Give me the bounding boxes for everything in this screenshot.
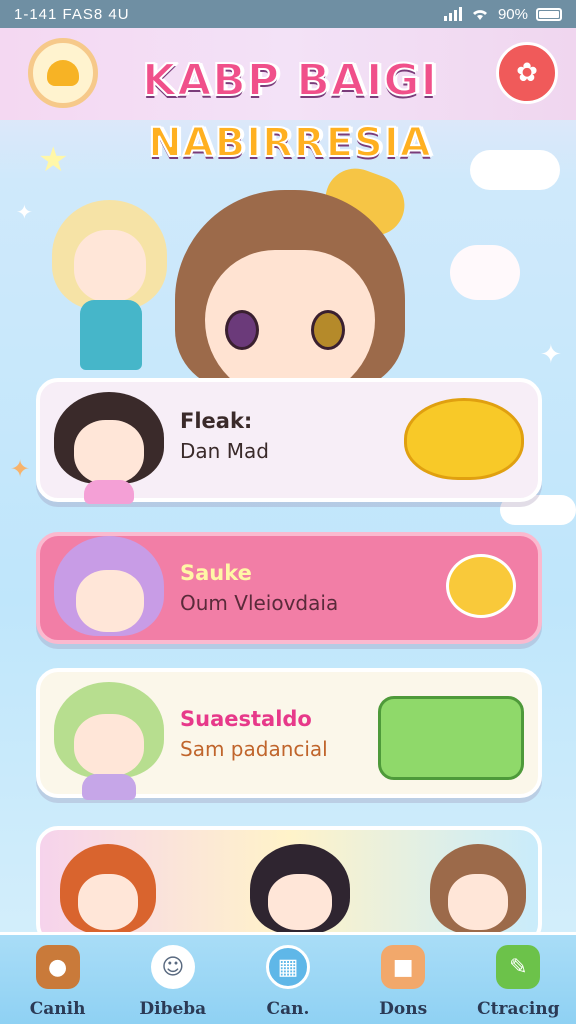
character-card-1[interactable]: Fleak: Dan Mad bbox=[36, 378, 542, 504]
sparkle-icon: ✦ bbox=[16, 200, 33, 224]
card-subtitle: Oum Vleiovdaia bbox=[180, 591, 339, 615]
nav-item-ctracing[interactable]: ✎ Ctracing bbox=[468, 945, 568, 1019]
ghost-icon: ☺ bbox=[150, 945, 195, 989]
card-subtitle: Dan Mad bbox=[180, 439, 269, 463]
title-line-1: KABP BAIGI bbox=[141, 55, 438, 107]
sparkle-icon: ✦ bbox=[540, 340, 562, 370]
card-title: Fleak: bbox=[180, 409, 253, 433]
character-brown-hair bbox=[430, 844, 526, 942]
character-black-hair bbox=[250, 844, 350, 942]
character-blonde bbox=[52, 200, 167, 380]
wifi-icon bbox=[472, 10, 487, 20]
app-header: KABP BAIGI ✿ bbox=[0, 28, 576, 120]
star-icon: ★ bbox=[38, 140, 69, 180]
yellow-blob-icon bbox=[404, 398, 524, 480]
nav-item-dons[interactable]: ■ Dons bbox=[353, 945, 453, 1019]
sun-mascot-icon bbox=[446, 554, 516, 618]
character-avatar bbox=[54, 536, 164, 646]
mascot-icon[interactable]: ✿ bbox=[496, 42, 558, 104]
green-box-icon bbox=[378, 696, 524, 780]
character-orange bbox=[60, 844, 156, 942]
app-title-line-2: NABIRRESIA bbox=[147, 119, 432, 167]
box-icon: ■ bbox=[381, 945, 426, 989]
star-icon: ✦ bbox=[10, 455, 31, 483]
cloud-decoration bbox=[470, 150, 560, 190]
signal-icon bbox=[443, 7, 462, 21]
bottom-nav: ● Canih ☺ Dibeba ▦ Can. ■ Dons ✎ Ctracin… bbox=[0, 932, 576, 1024]
card-subtitle: Sam padancial bbox=[180, 737, 328, 761]
card-title: Sauke bbox=[180, 561, 252, 585]
status-bar: 1-141 FAS8 4U 90% bbox=[0, 0, 576, 28]
battery-icon bbox=[536, 7, 562, 21]
status-time: 1-141 FAS8 4U bbox=[14, 5, 130, 23]
character-avatar bbox=[54, 682, 164, 800]
nav-item-canih[interactable]: ● Canih bbox=[8, 945, 108, 1019]
nav-item-can[interactable]: ▦ Can. bbox=[238, 945, 338, 1019]
battery-percent: 90% bbox=[497, 5, 528, 23]
app-title: KABP BAIGI bbox=[110, 55, 470, 107]
card-title: Suaestaldo bbox=[180, 707, 312, 731]
character-card-3[interactable]: Suaestaldo Sam padancial bbox=[36, 668, 542, 800]
chart-icon: ▦ bbox=[265, 945, 310, 989]
bun-icon[interactable] bbox=[28, 38, 98, 108]
cloud-decoration bbox=[450, 245, 520, 300]
character-card-2[interactable]: Sauke Oum Vleiovdaia bbox=[36, 532, 542, 644]
nav-item-dibeba[interactable]: ☺ Dibeba bbox=[123, 945, 223, 1019]
character-banner[interactable] bbox=[36, 826, 542, 946]
pencil-icon: ✎ bbox=[496, 945, 541, 989]
bread-icon: ● bbox=[35, 945, 80, 989]
character-avatar bbox=[54, 392, 164, 504]
